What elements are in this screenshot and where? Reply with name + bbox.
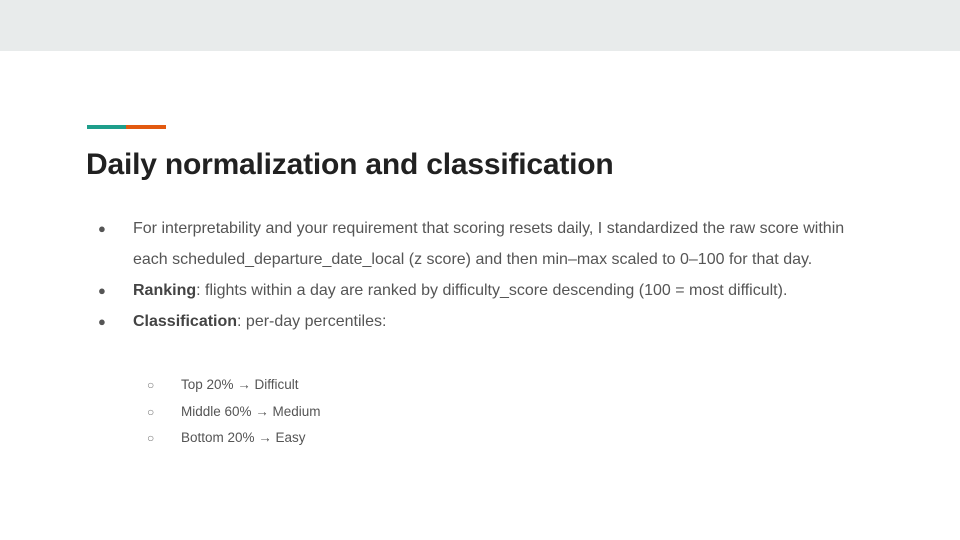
bullet-dot-icon: ●	[98, 221, 106, 236]
bullet-dot-icon: ●	[98, 283, 106, 298]
sub-bullet-text: Middle 60% → Medium	[181, 403, 321, 419]
top-band	[0, 0, 960, 51]
bullet-item: ● Classification: per-day percentiles:	[0, 306, 960, 337]
bullet-text: For interpretability and your requiremen…	[133, 220, 845, 268]
sub-bullet-item: ○ Bottom 20% → Easy	[0, 425, 960, 452]
accent-bar-teal	[87, 125, 126, 129]
sub-bullet-text: Top 20% → Difficult	[181, 377, 299, 392]
bullet-label: Ranking	[133, 282, 197, 299]
bullet-list: ● For interpretability and your requirem…	[0, 213, 960, 337]
accent-bar-orange	[126, 125, 166, 129]
bullet-item: ● For interpretability and your requirem…	[0, 213, 960, 275]
sub-bullet-circle-icon: ○	[147, 431, 155, 445]
sub-bullet-text: Bottom 20% → Easy	[181, 430, 306, 445]
bullet-item: ● Ranking: flights within a day are rank…	[0, 275, 960, 306]
sub-bullet-list: ○ Top 20% → Difficult ○ Middle 60% → Med…	[0, 372, 960, 452]
sub-bullet-circle-icon: ○	[147, 378, 155, 392]
sub-bullet-item: ○ Middle 60% → Medium	[0, 399, 960, 426]
slide-title: Daily normalization and classification	[86, 148, 614, 181]
bullet-dot-icon: ●	[98, 314, 106, 329]
bullet-label: Classification	[133, 313, 238, 330]
bullet-text: : per-day percentiles:	[237, 313, 387, 330]
sub-bullet-circle-icon: ○	[147, 404, 155, 419]
sub-bullet-item: ○ Top 20% → Difficult	[0, 372, 960, 399]
bullet-text: : flights within a day are ranked by dif…	[196, 282, 788, 299]
